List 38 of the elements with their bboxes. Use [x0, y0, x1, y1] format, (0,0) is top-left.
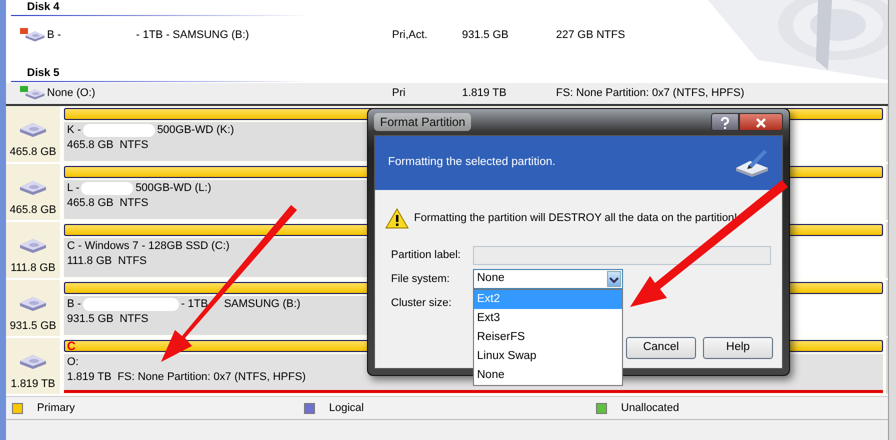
partition-name: O:: [67, 356, 79, 368]
partition-info: 227 GB NTFS: [556, 29, 626, 42]
dialog-title: Format Partition: [374, 113, 472, 131]
partition-info: FS: None Partition: 0x7 (NTFS, HPFS): [556, 87, 744, 100]
partition-name: C - Windows 7 - 128GB SSD (C:): [67, 240, 230, 252]
disk-size: 111.8 GB: [10, 260, 56, 276]
partition-detail: 465.8 GB NTFS: [67, 139, 148, 151]
legend-label: Unallocated: [621, 400, 680, 416]
partition-name: 500GB-WD (K:): [157, 124, 234, 136]
partition-detail: 465.8 GB NTFS: [67, 197, 148, 209]
legend-label: Primary: [37, 400, 75, 416]
partition-name: B -: [67, 298, 82, 310]
field-label: Partition label:: [391, 248, 462, 263]
partition-name: B -: [47, 28, 62, 44]
partition-detail: 931.5 GB NTFS: [67, 313, 148, 325]
field-label: File system:: [391, 272, 451, 287]
partition-type: Pri: [392, 87, 406, 100]
legend-label: Logical: [329, 400, 364, 416]
disk-size: 465.8 GB: [10, 202, 56, 218]
disk-size: 465.8 GB: [10, 144, 56, 160]
dropdown-value: None: [477, 271, 504, 286]
partition-name: 500GB-WD (L:): [135, 182, 212, 194]
partition-label: - 1TB - SAMSUNG (B:): [136, 29, 250, 42]
warning-text: Formatting the partition will DESTROY all the data on the partition!: [414, 211, 738, 226]
partition-type: Pri,Act.: [392, 29, 428, 42]
partition-name: SAMSUNG (B:): [224, 298, 300, 310]
partition-size: 931.5 GB: [462, 29, 508, 42]
partition-detail: 1.819 TB FS: None Partition: 0x7 (NTFS, HPFS): [67, 371, 306, 383]
partition-name: - 1TB: [181, 298, 208, 310]
partition-name: L -: [67, 182, 80, 194]
disk-size: 931.5 GB: [10, 318, 56, 334]
partition-detail: 111.8 GB NTFS: [67, 255, 147, 267]
partition-name: K -: [67, 124, 82, 136]
partition-name: None (O:): [47, 86, 96, 102]
partition-size: 1.819 TB: [462, 87, 506, 100]
header-text: Formatting the selected partition.: [388, 155, 556, 170]
field-label: Cluster size:: [391, 296, 453, 311]
disk-size: 1.819 TB: [10, 376, 56, 392]
